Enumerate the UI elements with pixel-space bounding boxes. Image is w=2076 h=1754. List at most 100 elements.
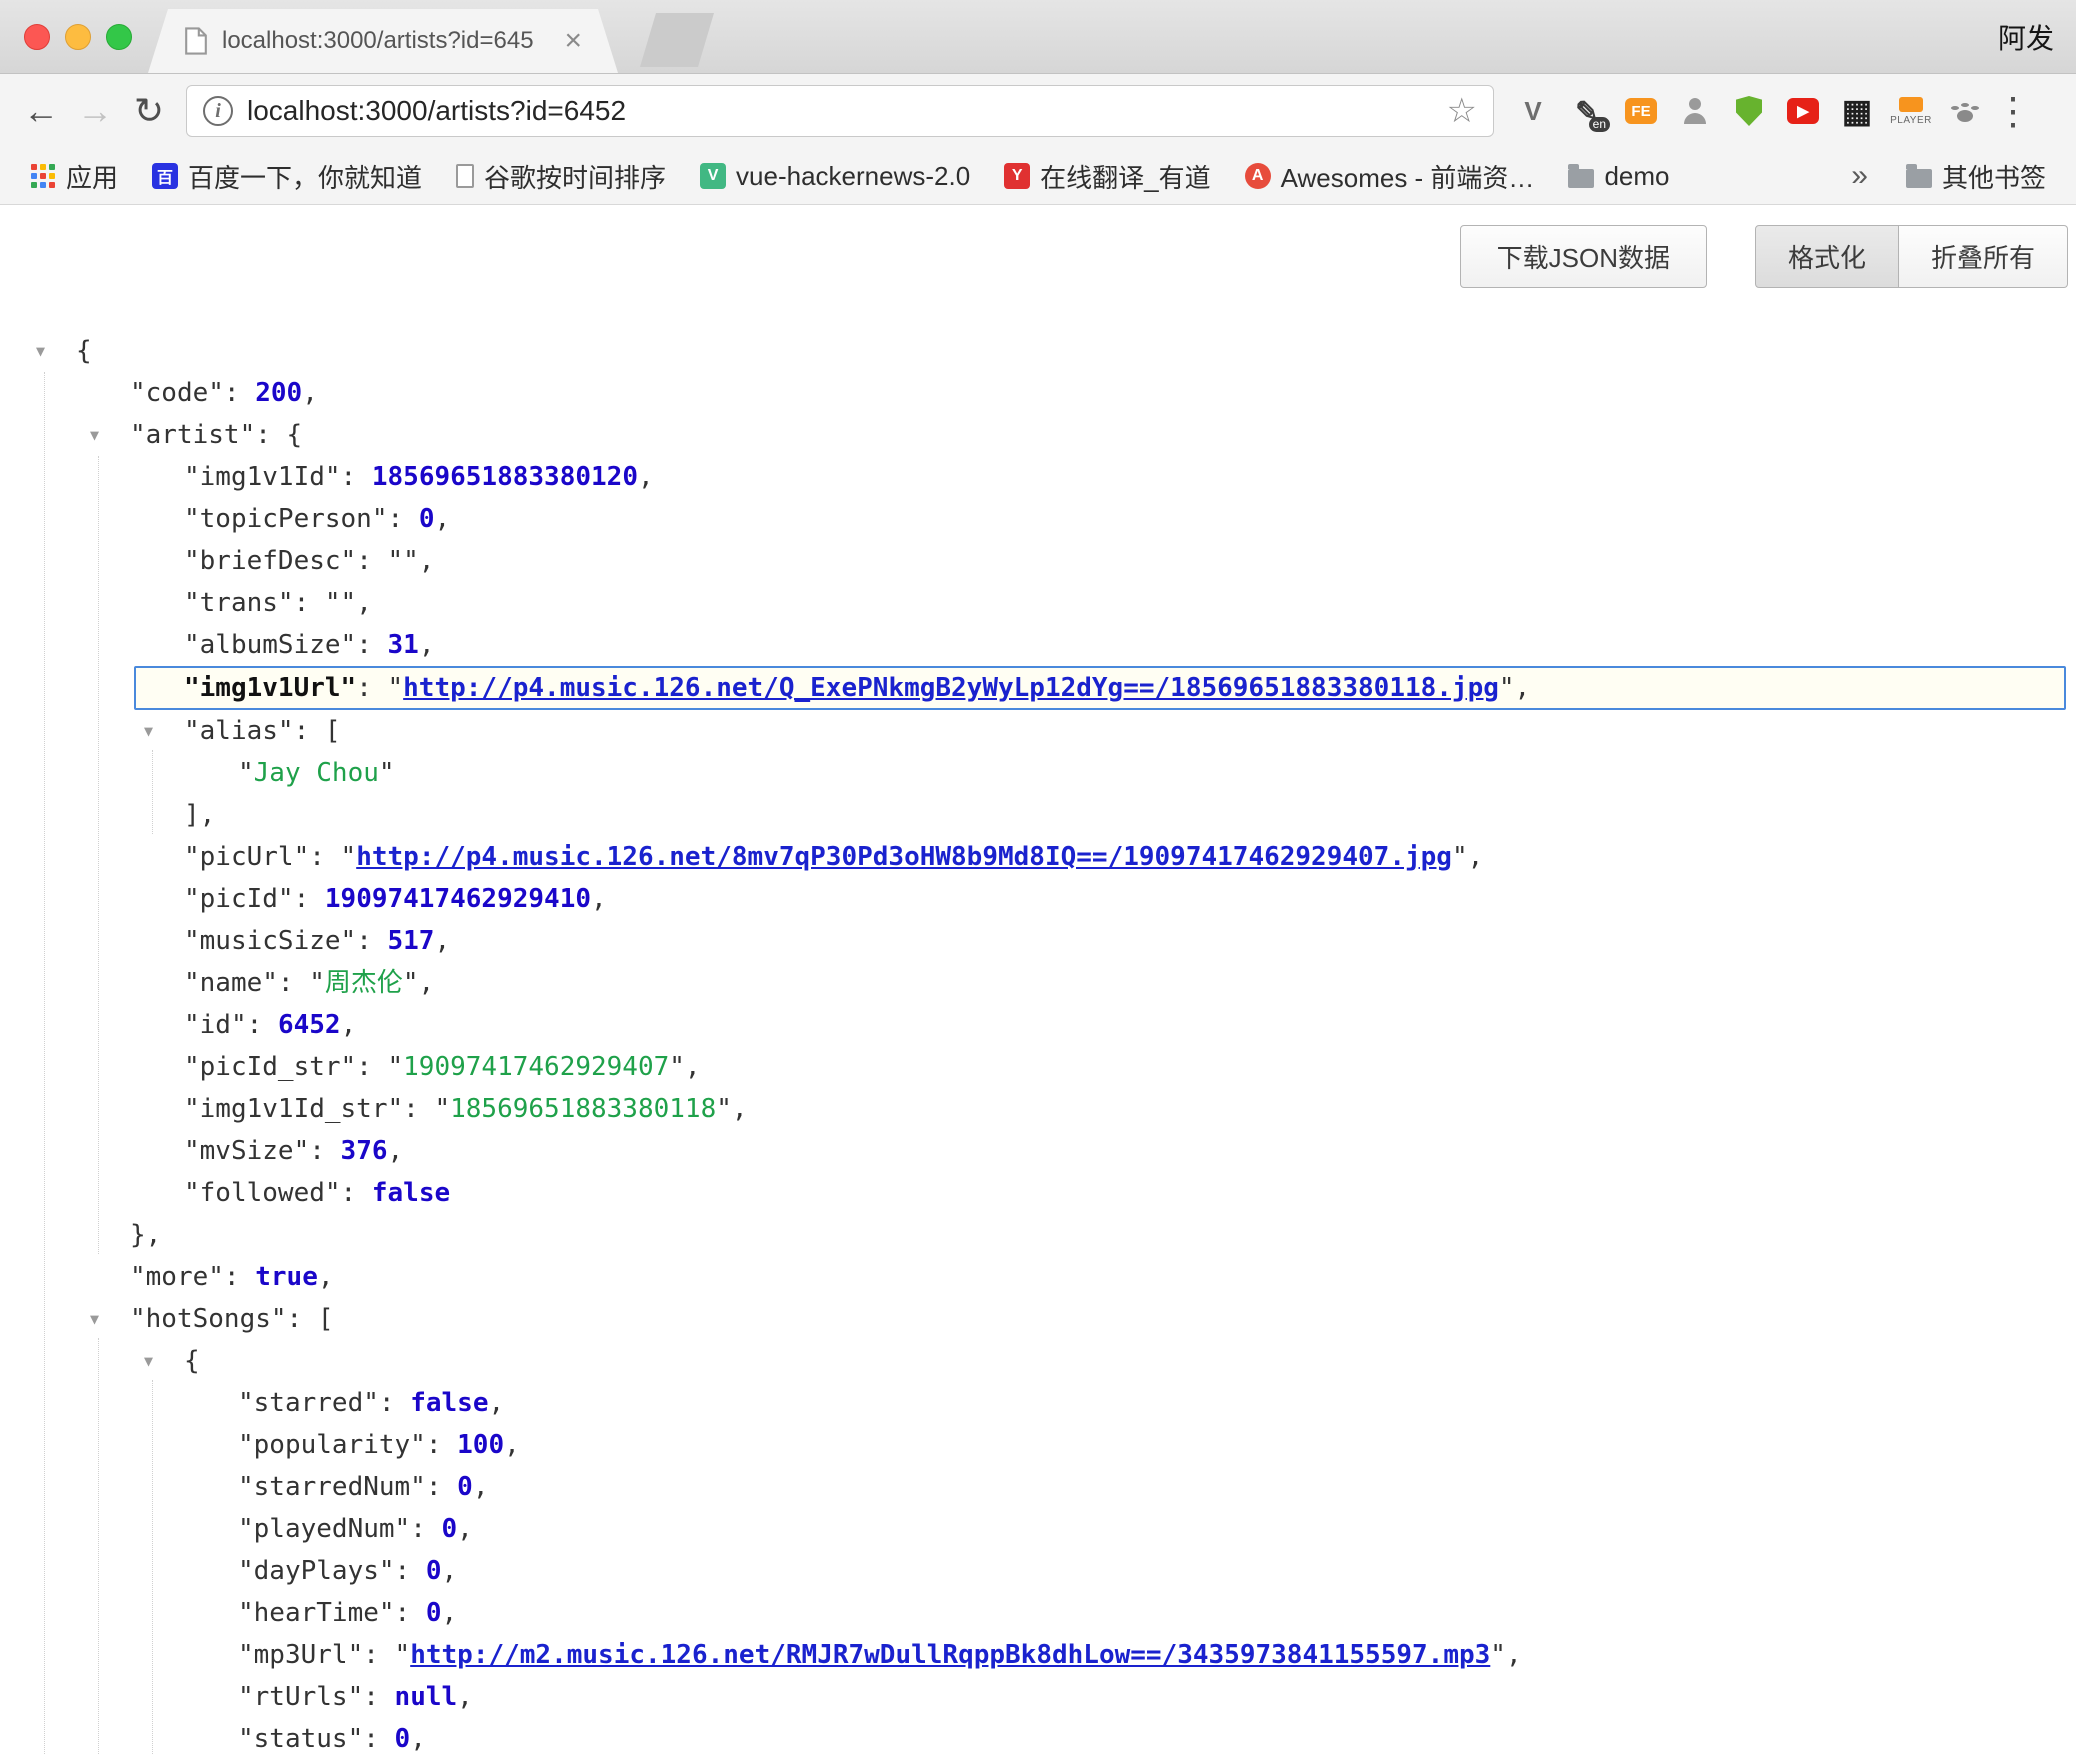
browser-tab[interactable]: localhost:3000/artists?id=645 × [148,9,618,73]
collapse-toggle-icon[interactable]: ▼ [90,1298,99,1340]
json-line: "trans": "", [0,582,2076,624]
view-mode-group: 格式化 折叠所有 [1755,225,2068,288]
json-token: false [372,1178,450,1208]
bookmark-label: 在线翻译_有道 [1040,158,1210,195]
bookmark-item[interactable]: Vvue-hackernews-2.0 [686,155,984,198]
extension-icon-translate[interactable]: ✎en [1564,86,1610,136]
extension-icon-v-tool[interactable]: V [1510,86,1556,136]
json-token: , [434,504,450,534]
bookmark-label: 应用 [66,158,118,195]
bookmark-item[interactable]: Y在线翻译_有道 [990,152,1224,201]
json-token: : " [403,1094,450,1124]
json-token: , [302,378,318,408]
extension-icon-youtube[interactable]: ▶ [1780,86,1826,136]
json-token: 19097417462929407 [403,1052,669,1082]
tab-close-icon[interactable]: × [564,26,582,56]
collapse-toggle-icon[interactable]: ▼ [36,330,45,372]
bookmark-item[interactable]: 谷歌按时间排序 [442,152,680,201]
extension-icon-paw[interactable] [1942,86,1988,136]
bookmarks-list: 应用百百度一下，你就知道谷歌按时间排序Vvue-hackernews-2.0Y在… [16,152,1841,201]
json-token: : [ [287,1304,334,1334]
collapse-toggle-icon[interactable]: ▼ [144,1340,153,1382]
json-token: "mp3Url" [238,1640,363,1670]
address-bar[interactable]: i localhost:3000/artists?id=6452 ☆ [186,85,1494,137]
json-token: , [457,1682,473,1712]
json-token: , [504,1430,520,1460]
json-token: "alias" [184,716,294,746]
bookmark-item[interactable]: AAwesomes - 前端资… [1231,152,1549,201]
json-token: 200 [255,378,302,408]
bookmark-star-icon[interactable]: ☆ [1447,91,1477,131]
extension-icon-player[interactable]: PLAYER [1888,86,1934,136]
close-window-button[interactable] [24,24,50,50]
json-token: , [488,1388,504,1418]
other-bookmarks-folder[interactable]: 其他书签 [1892,152,2060,201]
json-token: ", [403,968,434,998]
forward-icon[interactable]: → [68,84,122,138]
json-token: , [442,1598,458,1628]
collapse-toggle-icon[interactable]: ▼ [144,710,153,752]
json-url-link[interactable]: http://p4.music.126.net/8mv7qP30Pd3oHW8b… [356,842,1452,872]
reload-icon[interactable]: ↻ [122,84,176,138]
extension-icon-account[interactable] [1672,86,1718,136]
json-token: 6452 [278,1010,341,1040]
json-token: : " [356,1052,403,1082]
json-token: "popularity" [238,1430,426,1460]
json-line: "picId": 19097417462929410, [0,878,2076,920]
bookmarks-overflow-icon[interactable]: » [1841,159,1878,193]
json-token: 0 [426,1598,442,1628]
json-token: "dayPlays" [238,1556,395,1586]
json-line: ▼{ [0,1340,2076,1382]
extensions-area: V✎enFE ▶▦PLAYER [1510,86,1988,136]
json-token: : [224,1262,255,1292]
json-line: "mp3Url": "http://m2.music.126.net/RMJR7… [0,1634,2076,1676]
url-text[interactable]: localhost:3000/artists?id=6452 [247,95,1437,127]
collapse-toggle-icon[interactable]: ▼ [90,414,99,456]
json-url-link[interactable]: http://m2.music.126.net/RMJR7wDullRqppBk… [410,1640,1490,1670]
back-icon[interactable]: ← [14,84,68,138]
json-token: ", [1490,1640,1521,1670]
json-line: "hearTime": 0, [0,1592,2076,1634]
browser-window: localhost:3000/artists?id=645 × 阿发 ← → ↻… [0,0,2076,1753]
extension-icon-fe-helper[interactable]: FE [1618,86,1664,136]
json-token: "albumSize" [184,630,356,660]
json-line: "musicSize": 517, [0,920,2076,962]
json-token: " [379,758,395,788]
json-token: 0 [426,1556,442,1586]
format-button[interactable]: 格式化 [1755,225,1899,288]
json-token: "topicPerson" [184,504,388,534]
json-line: "status": 0, [0,1718,2076,1754]
titlebar: localhost:3000/artists?id=645 × 阿发 [0,0,2076,74]
json-url-link[interactable]: http://p4.music.126.net/Q_ExePNkmgB2yWyL… [403,673,1499,703]
json-token: , [318,1262,334,1292]
zoom-window-button[interactable] [106,24,132,50]
json-line: "name": "周杰伦", [0,962,2076,1004]
json-line: ▼"hotSongs": [ [0,1298,2076,1340]
extension-icon-qr-code[interactable]: ▦ [1834,86,1880,136]
minimize-window-button[interactable] [65,24,91,50]
browser-menu-icon[interactable]: ⋮ [1992,89,2034,134]
download-json-button[interactable]: 下载JSON数据 [1460,225,1707,288]
json-line: "code": 200, [0,372,2076,414]
new-tab-button[interactable] [640,13,714,67]
bookmark-item[interactable]: 百百度一下，你就知道 [138,152,436,201]
json-token: }, [130,1220,161,1250]
json-token: ", [716,1094,747,1124]
site-info-icon[interactable]: i [203,96,233,126]
bookmark-item[interactable]: demo [1554,155,1683,198]
json-token: "rtUrls" [238,1682,363,1712]
json-token: "picUrl" [184,842,309,872]
extension-icon-adguard[interactable] [1726,86,1772,136]
bookmark-item[interactable]: 应用 [16,152,132,201]
collapse-all-button[interactable]: 折叠所有 [1899,225,2068,288]
json-token: , [388,1136,404,1166]
extension-badge: en [1589,117,1610,132]
json-token: "artist" [130,420,255,450]
json-token: : " [363,1640,410,1670]
bookmarks-right: » 其他书签 [1841,152,2060,201]
json-token: , [419,630,435,660]
json-line: "picId_str": "19097417462929407", [0,1046,2076,1088]
json-token: , [591,884,607,914]
bookmark-label: vue-hackernews-2.0 [736,161,970,192]
json-line: "starredNum": 0, [0,1466,2076,1508]
